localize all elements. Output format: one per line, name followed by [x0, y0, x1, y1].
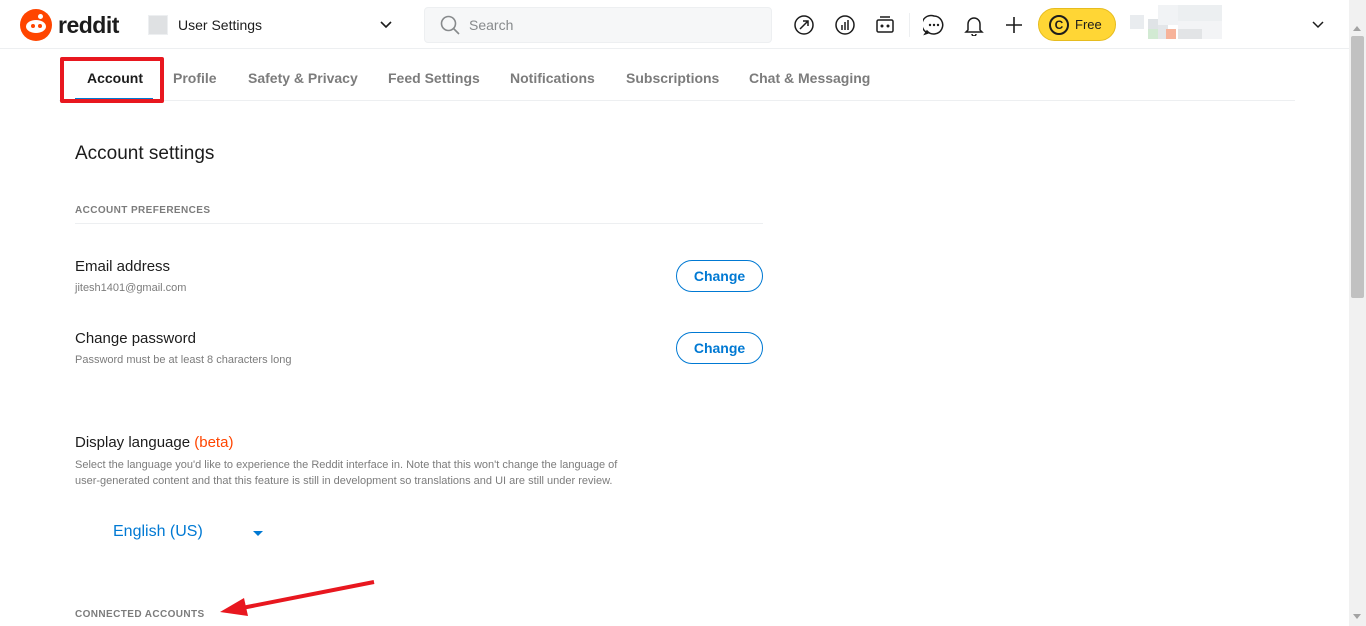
create-post-button[interactable] — [1000, 11, 1028, 39]
chevron-down-icon[interactable] — [1310, 16, 1326, 32]
chat-button[interactable] — [920, 11, 948, 39]
user-menu-avatar[interactable] — [1130, 5, 1226, 39]
community-switcher-label: User Settings — [178, 17, 263, 33]
video-button[interactable] — [871, 11, 899, 39]
display-language-description: Select the language you'd like to experi… — [75, 459, 618, 487]
coin-icon: C — [1049, 14, 1069, 35]
scroll-up-icon[interactable] — [1353, 26, 1361, 31]
tab-safety-privacy[interactable]: Safety & Privacy — [248, 70, 358, 86]
stats-button[interactable] — [831, 11, 859, 39]
video-icon — [876, 16, 894, 33]
plus-icon — [1006, 17, 1022, 33]
display-language-label: Display language — [75, 434, 191, 451]
popular-icon — [794, 15, 814, 35]
bell-icon — [964, 17, 984, 36]
free-coins-label: Free — [1075, 17, 1102, 32]
tab-subscriptions[interactable]: Subscriptions — [626, 70, 719, 86]
chevron-down-icon — [380, 21, 392, 29]
scroll-down-icon[interactable] — [1353, 614, 1361, 619]
tab-notifications[interactable]: Notifications — [510, 70, 595, 86]
language-select-value: English (US) — [113, 523, 203, 540]
page-title: Account settings — [75, 143, 215, 164]
change-password-button[interactable]: Change — [676, 332, 763, 364]
annotation-highlight-box — [60, 57, 164, 103]
tab-feed-settings[interactable]: Feed Settings — [388, 70, 480, 86]
annotation-arrow-icon — [220, 580, 375, 616]
popular-button[interactable] — [790, 11, 818, 39]
page-scrollbar[interactable] — [1349, 0, 1366, 626]
free-coins-button[interactable]: C Free — [1038, 8, 1116, 41]
email-title: Email address — [75, 258, 171, 275]
top-navigation-bar: reddit User Settings Search C Free — [0, 0, 1366, 49]
section-header-account-preferences: ACCOUNT PREFERENCES — [75, 205, 211, 216]
language-select[interactable]: English (US) — [113, 521, 267, 543]
search-bar[interactable]: Search — [424, 7, 772, 43]
password-title: Change password — [75, 330, 196, 347]
chat-icon — [923, 14, 944, 36]
email-value: jitesh1401@gmail.com — [75, 282, 187, 294]
tab-chat-messaging[interactable]: Chat & Messaging — [749, 70, 870, 86]
notifications-button[interactable] — [960, 11, 988, 39]
beta-badge: (beta) — [194, 434, 234, 451]
search-icon — [440, 15, 460, 35]
password-hint: Password must be at least 8 characters l… — [75, 354, 292, 366]
reddit-snoo-icon — [20, 9, 52, 41]
section-header-connected-accounts: CONNECTED ACCOUNTS — [75, 609, 205, 620]
change-email-button[interactable]: Change — [676, 260, 763, 292]
header-actions — [920, 11, 1040, 39]
settings-page-icon — [148, 15, 168, 35]
section-divider — [75, 223, 763, 224]
header-divider — [909, 13, 910, 37]
display-language-title: Display language (beta) — [75, 434, 233, 451]
caret-down-icon — [253, 531, 263, 536]
logo-wordmark: reddit — [58, 11, 119, 38]
stats-icon — [835, 15, 855, 35]
search-placeholder: Search — [469, 17, 514, 33]
settings-tab-bar: Account Profile Safety & Privacy Feed Se… — [59, 56, 1295, 101]
community-switcher[interactable]: User Settings — [140, 9, 402, 41]
scrollbar-thumb[interactable] — [1351, 36, 1364, 298]
tab-profile[interactable]: Profile — [173, 70, 217, 86]
reddit-logo[interactable]: reddit — [20, 9, 119, 41]
